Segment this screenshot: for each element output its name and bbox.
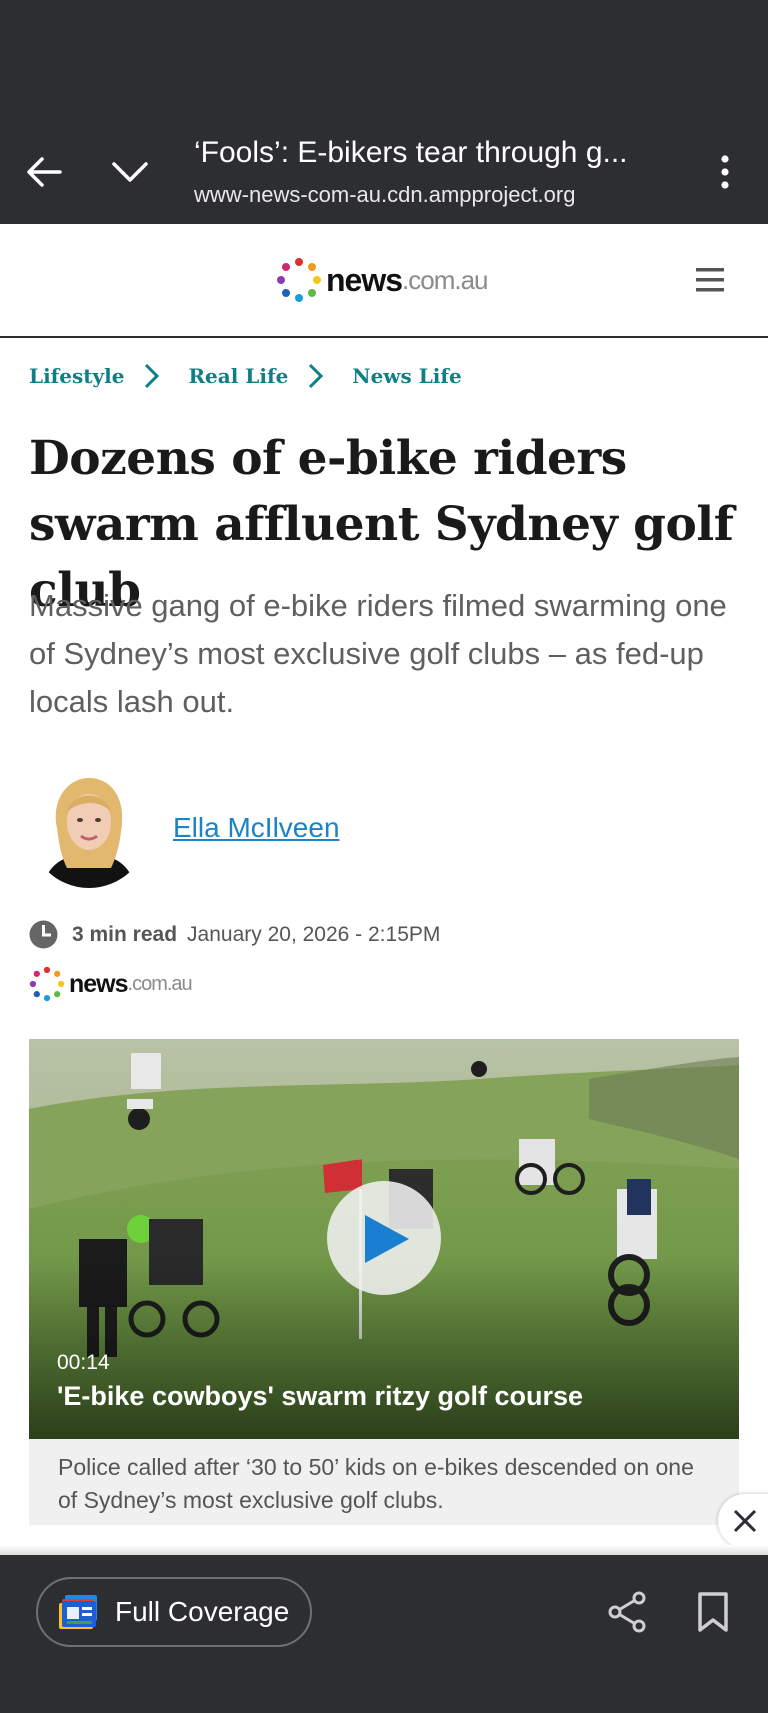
publish-date: January 20, 2026 - 2:15PM [187,922,441,946]
read-time: 3 min read [72,922,178,946]
more-vert-icon[interactable] [710,150,740,194]
arrow-left-icon[interactable] [22,150,66,194]
chevron-down-icon[interactable] [106,150,154,194]
full-coverage-label: Full Coverage [115,1596,290,1627]
breadcrumb-lifestyle[interactable]: Lifestyle [29,364,124,388]
site-logo[interactable]: news .com.au [276,256,489,304]
bottom-toolbar: Full Coverage [0,1555,768,1713]
author-photo [29,768,149,888]
source-tld: .com.au [127,972,193,995]
browser-toolbar: ‘Fools’: E-bikers tear through g... www-… [0,0,768,224]
author-link[interactable]: Ella McIlveen [173,812,340,844]
chevron-right-icon [145,363,160,389]
play-button[interactable] [327,1181,441,1295]
page-title[interactable]: ‘Fools’: E-bikers tear through g... [194,136,654,170]
source-logo: news .com.au [29,966,193,1002]
video-duration: 00:14 [57,1351,110,1374]
video-title: 'E-bike cowboys' swarm ritzy golf course [57,1381,583,1411]
hamburger-icon[interactable] [694,264,728,296]
site-header: news .com.au [0,224,768,338]
page-url[interactable]: www-news-com-au.cdn.ampproject.org [194,182,575,208]
close-icon [733,1509,757,1533]
video-player[interactable]: 00:14 'E-bike cowboys' swarm ritzy golf … [29,1039,739,1439]
bookmark-icon[interactable] [696,1591,730,1633]
close-ad-button[interactable] [718,1494,768,1548]
breadcrumb-real-life[interactable]: Real Life [188,364,288,388]
author-avatar[interactable] [29,768,149,888]
logo-brand: news [326,261,403,298]
source-brand: news [69,969,129,998]
play-icon [365,1215,409,1263]
breadcrumb: Lifestyle Real Life News Life [29,362,462,390]
breadcrumb-news-life[interactable]: News Life [352,364,461,388]
logo-tld: .com.au [402,264,488,295]
google-news-icon [59,1595,97,1629]
video-caption: Police called after ‘30 to 50’ kids on e… [29,1439,739,1525]
share-icon[interactable] [606,1591,648,1633]
news-logo-dots-icon [29,966,65,1002]
chevron-right-icon [309,363,324,389]
article-meta: 3 min read January 20, 2026 - 2:15PM [29,920,440,949]
news-logo-dots-icon [277,258,321,302]
article-standfirst: Massive gang of e-bike riders filmed swa… [29,588,727,719]
full-coverage-button[interactable]: Full Coverage [36,1577,312,1647]
bottom-sheet-divider [0,1545,768,1555]
clock-icon [29,920,58,949]
